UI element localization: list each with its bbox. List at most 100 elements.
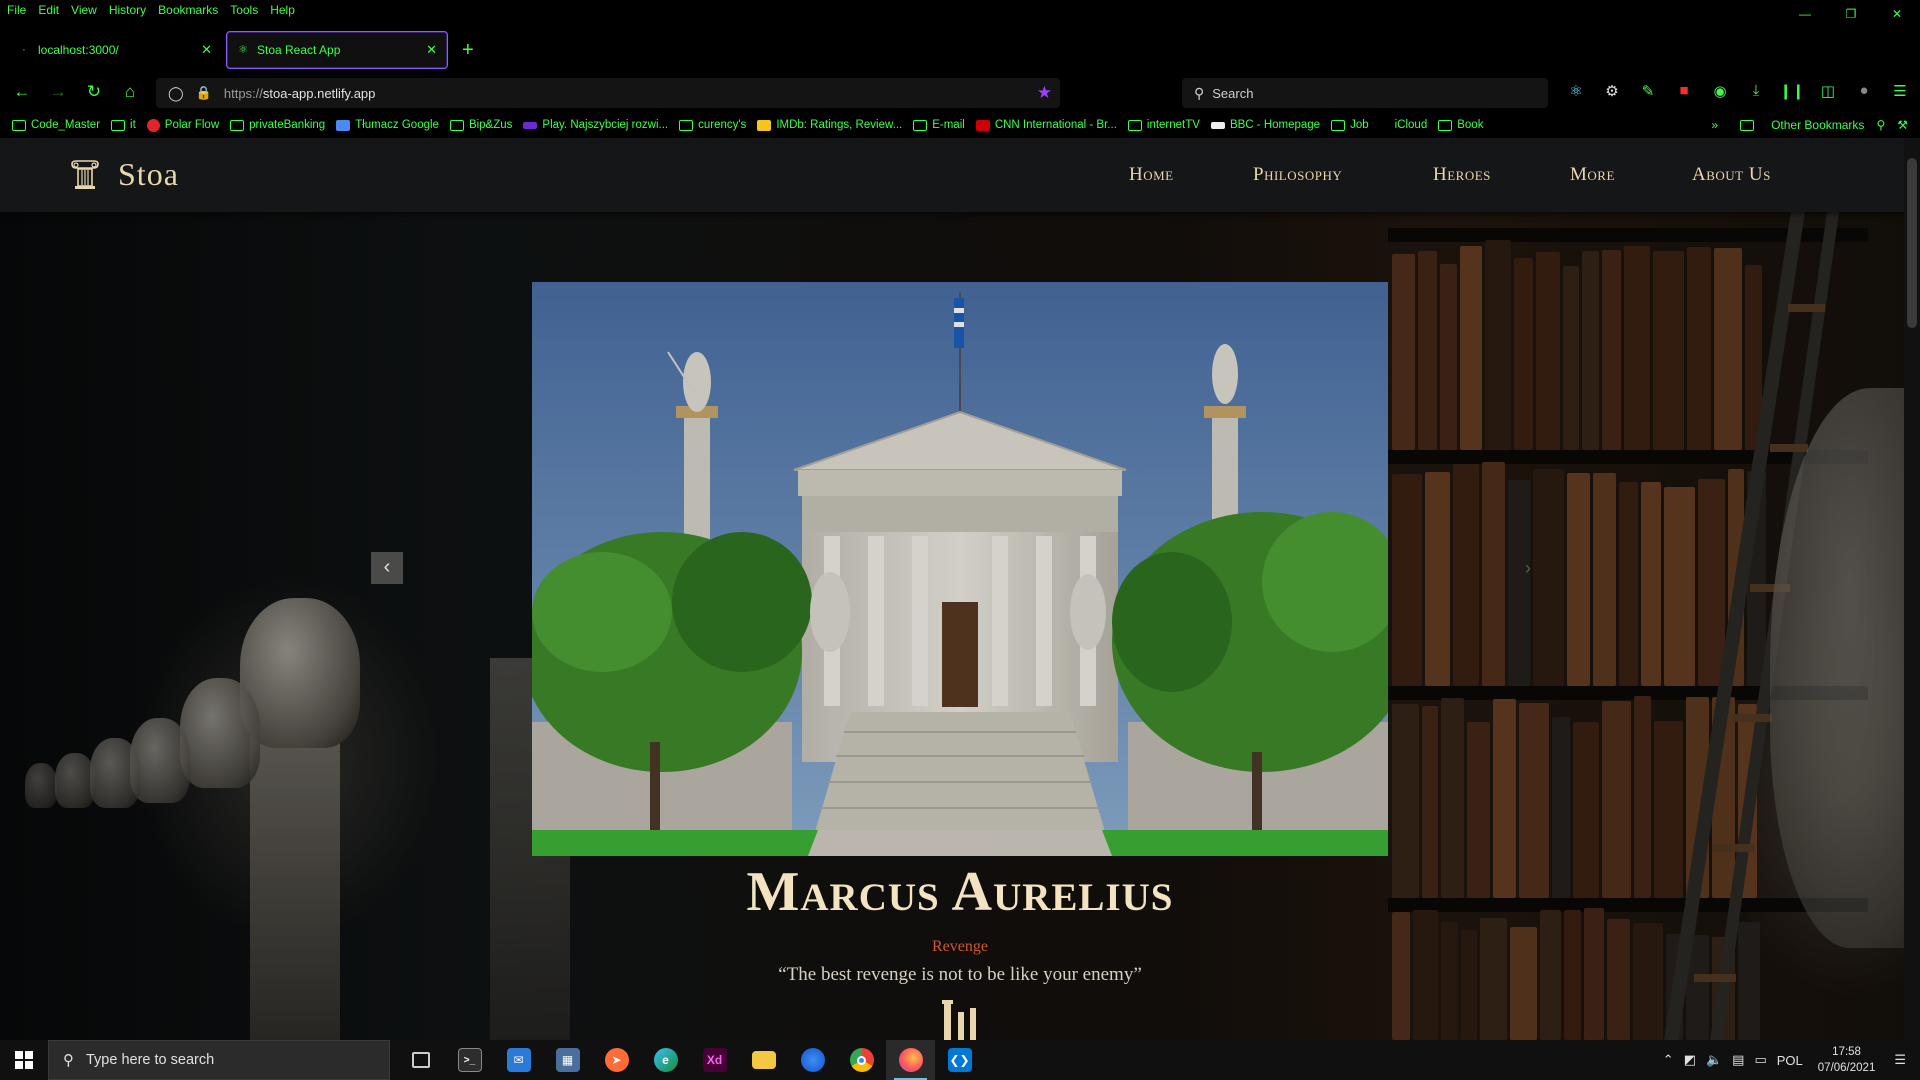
bookmark-email[interactable]: E-mail xyxy=(913,119,965,131)
bookmark-polar-flow[interactable]: Polar Flow xyxy=(146,118,220,132)
other-bookmarks[interactable]: Other Bookmarks xyxy=(1728,118,1864,132)
taskbar-search-input[interactable]: ⚲ Type here to search xyxy=(48,1040,390,1080)
library-icon[interactable]: ❙❙ xyxy=(1774,82,1810,100)
bookmark-label: E-mail xyxy=(932,119,965,131)
clock-time: 17:58 xyxy=(1832,1046,1861,1058)
bookmark-icloud[interactable]: iCloud xyxy=(1380,119,1428,131)
menu-file[interactable]: File xyxy=(0,3,32,17)
nav-philosophy[interactable]: Philosophy xyxy=(1253,164,1342,186)
menu-bookmarks[interactable]: Bookmarks xyxy=(152,3,224,17)
firefox-dev-icon[interactable] xyxy=(788,1040,837,1080)
sidebar-icon[interactable]: ◫ xyxy=(1810,82,1846,100)
webcam-icon[interactable]: ◩ xyxy=(1684,1052,1696,1068)
xd-icon[interactable]: Xd xyxy=(690,1040,739,1080)
forward-icon[interactable]: → xyxy=(48,82,68,102)
home-icon[interactable]: ⌂ xyxy=(120,82,140,102)
chrome-icon[interactable] xyxy=(837,1040,886,1080)
close-icon[interactable]: ✕ xyxy=(1874,0,1920,28)
react-devtools-icon[interactable]: ⚛ xyxy=(1558,82,1594,100)
notifications-icon[interactable]: ☰ xyxy=(1894,1052,1906,1068)
chevron-up-icon[interactable]: ⌃ xyxy=(1663,1052,1674,1068)
wrench-icon[interactable]: ⚒ xyxy=(1897,118,1908,132)
menu-history[interactable]: History xyxy=(103,3,152,17)
bookmark-label: Polar Flow xyxy=(164,119,220,131)
menu-view[interactable]: View xyxy=(65,3,103,17)
chevron-right-icon[interactable]: » xyxy=(1711,118,1718,132)
pocket-icon[interactable]: ◉ xyxy=(1702,82,1738,100)
bookmark-curency[interactable]: curency's xyxy=(679,119,746,131)
start-button[interactable] xyxy=(0,1040,48,1080)
carousel-prev-button[interactable]: ‹ xyxy=(371,552,403,584)
page-scrollbar[interactable] xyxy=(1904,138,1920,1040)
language-indicator[interactable]: POL xyxy=(1777,1053,1803,1068)
bbc-icon xyxy=(1210,121,1225,129)
tab-stoa-react-app[interactable]: ⚛ Stoa React App ✕ xyxy=(226,31,448,69)
network-icon[interactable]: ▤ xyxy=(1732,1052,1744,1068)
volume-icon[interactable]: 🔈 xyxy=(1706,1052,1722,1068)
scrollbar-thumb[interactable] xyxy=(1907,158,1917,328)
url-bar[interactable]: ◯ 🔒 https://stoa-app.netlify.app ★ xyxy=(156,78,1060,108)
bookmark-private-banking[interactable]: privateBanking xyxy=(230,119,325,131)
tracking-protection-icon[interactable]: ◯ xyxy=(168,85,184,102)
search-icon[interactable]: ⚲ xyxy=(1876,118,1885,132)
bookmark-translate[interactable]: Tłumacz Google xyxy=(336,119,439,131)
nav-home[interactable]: Home xyxy=(1129,164,1174,186)
bookmark-bip-zus[interactable]: Bip&Zus xyxy=(449,119,512,131)
file-explorer-icon[interactable] xyxy=(739,1040,788,1080)
account-icon[interactable]: ● xyxy=(1846,82,1882,100)
bookmark-code-master[interactable]: Code_Master xyxy=(12,119,100,131)
nav-heroes[interactable]: Heroes xyxy=(1433,164,1491,186)
new-tab-icon[interactable]: + xyxy=(462,40,474,60)
tab-localhost[interactable]: · localhost:3000/ ✕ xyxy=(8,31,222,69)
search-bar[interactable]: ⚲ Search xyxy=(1182,78,1548,108)
carousel-next-button[interactable]: › xyxy=(1525,558,1531,579)
edge-icon[interactable]: e xyxy=(641,1040,690,1080)
site-logo-text[interactable]: Stoa xyxy=(118,156,179,193)
menu-bar: File Edit View History Bookmarks Tools H… xyxy=(0,0,1920,20)
url-text[interactable]: https://stoa-app.netlify.app xyxy=(224,86,376,101)
bookmark-internettv[interactable]: internetTV xyxy=(1127,119,1200,131)
firefox-icon[interactable] xyxy=(886,1040,935,1080)
restore-icon[interactable]: ❐ xyxy=(1828,0,1874,28)
bookmark-play[interactable]: Play. Najszybciej rozwi... xyxy=(523,119,668,131)
close-tab-icon[interactable]: ✕ xyxy=(201,42,212,58)
menu-edit[interactable]: Edit xyxy=(32,3,65,17)
nav-about-us[interactable]: About Us xyxy=(1692,164,1771,186)
settings-gear-icon[interactable]: ⚙ xyxy=(1594,82,1630,100)
bookmark-cnn[interactable]: CNN International - Br... xyxy=(975,119,1117,131)
terminal-icon[interactable]: >_ xyxy=(445,1040,494,1080)
bookmark-star-icon[interactable]: ★ xyxy=(1037,83,1052,103)
apple-icon xyxy=(1380,120,1390,131)
nav-more[interactable]: More xyxy=(1570,164,1615,186)
lock-icon[interactable]: 🔒 xyxy=(196,85,212,101)
bookmarks-overflow: » Other Bookmarks ⚲ ⚒ xyxy=(1699,112,1908,138)
vscode-icon[interactable]: ❮❯ xyxy=(935,1040,984,1080)
battery-icon[interactable]: ▭ xyxy=(1754,1052,1766,1068)
task-view-icon[interactable] xyxy=(396,1040,445,1080)
cnn-icon xyxy=(975,119,990,131)
hamburger-menu-icon[interactable]: ☰ xyxy=(1882,82,1918,100)
reload-icon[interactable]: ↻ xyxy=(84,82,104,102)
menu-tools[interactable]: Tools xyxy=(224,3,264,17)
bookmark-imdb[interactable]: IMDb: Ratings, Review... xyxy=(757,119,902,131)
bookmark-bbc[interactable]: BBC - Homepage xyxy=(1210,119,1320,131)
bookmark-label: it xyxy=(130,119,136,131)
downloads-icon[interactable]: ⤓ xyxy=(1738,82,1774,100)
mail-icon[interactable]: ✉ xyxy=(494,1040,543,1080)
close-tab-icon[interactable]: ✕ xyxy=(426,42,437,58)
bookmark-it[interactable]: it xyxy=(111,119,136,131)
eyedropper-icon[interactable]: ✎ xyxy=(1630,82,1666,100)
menu-help[interactable]: Help xyxy=(264,3,301,17)
ionic-column-icon[interactable] xyxy=(70,160,100,190)
postman-icon[interactable]: ➤ xyxy=(592,1040,641,1080)
bookmark-label: Job xyxy=(1350,119,1369,131)
bookmark-book[interactable]: Book xyxy=(1438,119,1483,131)
clock[interactable]: 17:58 07/06/2021 xyxy=(1818,1044,1876,1076)
pdf-extension-icon[interactable]: ■ xyxy=(1666,82,1702,100)
back-icon[interactable]: ← xyxy=(12,82,32,102)
imdb-icon xyxy=(757,119,772,131)
bookmark-label: internetTV xyxy=(1146,119,1200,131)
bookmark-job[interactable]: Job xyxy=(1331,119,1369,131)
minimize-icon[interactable]: — xyxy=(1782,0,1828,28)
calculator-icon[interactable]: ▦ xyxy=(543,1040,592,1080)
